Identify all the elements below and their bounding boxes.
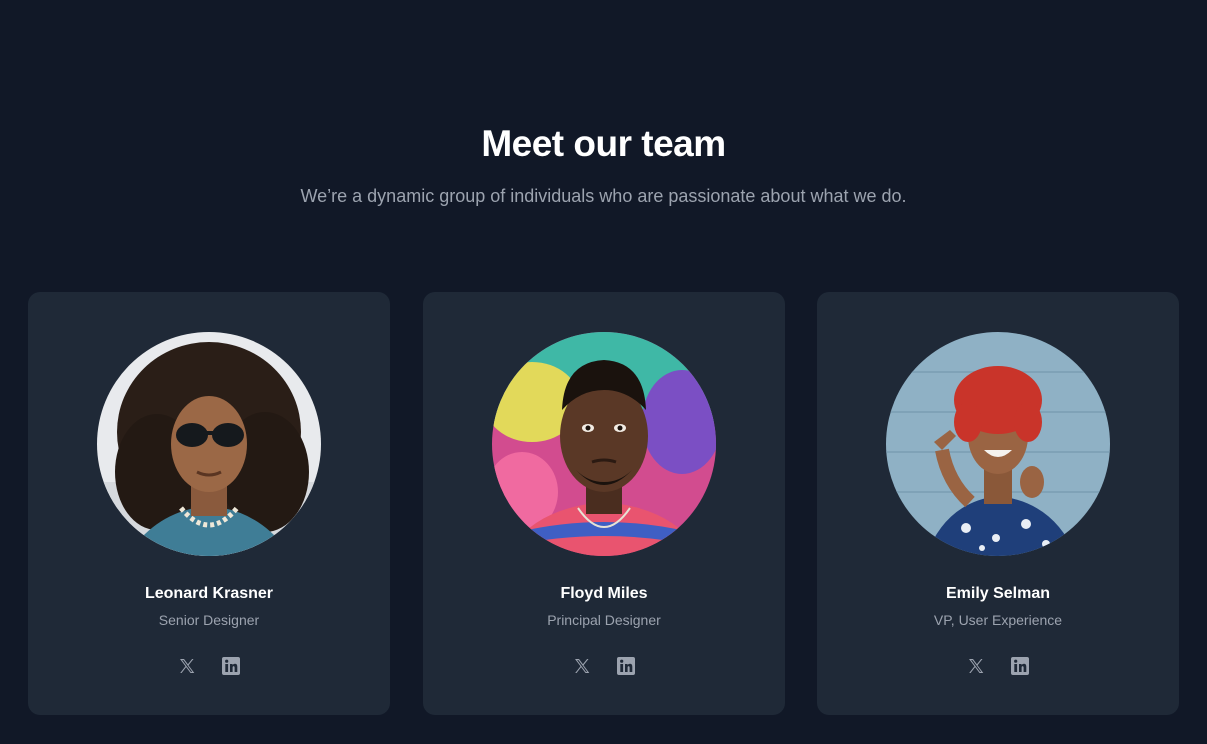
team-member-card: Leonard Krasner Senior Designer [28, 292, 390, 715]
member-name: Floyd Miles [560, 585, 648, 602]
member-role: Senior Designer [158, 612, 260, 628]
linkedin-icon[interactable] [1010, 656, 1030, 676]
social-links [28, 656, 390, 676]
team-member-card: Emily Selman VP, User Experience [817, 292, 1179, 715]
linkedin-icon[interactable] [616, 656, 636, 676]
avatar [886, 332, 1110, 556]
section-subtitle: We’re a dynamic group of individuals who… [300, 186, 907, 206]
team-member-card: Floyd Miles Principal Designer [423, 292, 785, 715]
social-links [423, 656, 785, 676]
member-name: Leonard Krasner [144, 585, 274, 602]
member-role: VP, User Experience [933, 612, 1063, 628]
linkedin-icon[interactable] [221, 656, 241, 676]
social-links [817, 656, 1179, 676]
x-icon[interactable] [966, 656, 986, 676]
x-icon[interactable] [177, 656, 197, 676]
avatar [97, 332, 321, 556]
member-name: Emily Selman [945, 585, 1051, 602]
x-icon[interactable] [572, 656, 592, 676]
section-title: Meet our team [481, 123, 726, 164]
member-role: Principal Designer [547, 612, 661, 628]
team-section: Meet our team We’re a dynamic group of i… [0, 0, 1207, 744]
avatar [492, 332, 716, 556]
